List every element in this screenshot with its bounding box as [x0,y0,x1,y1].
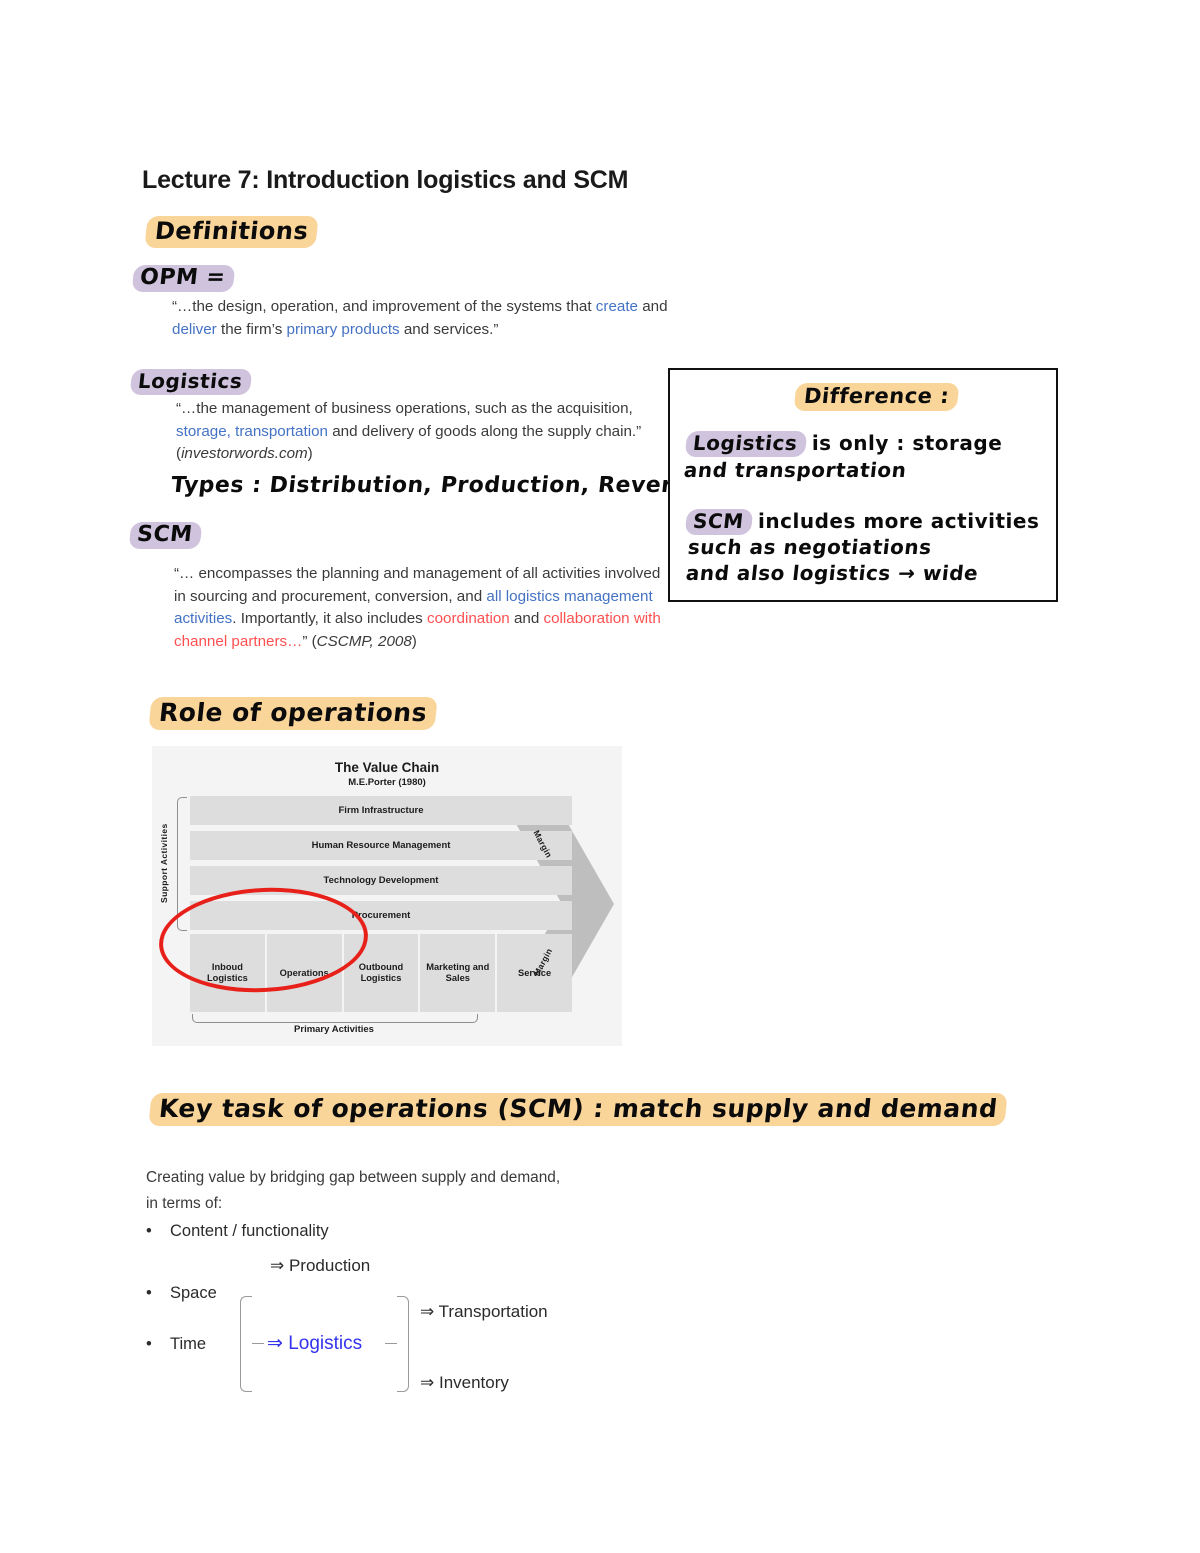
left-group-brace [240,1296,252,1392]
logistics-quote-end: ) [307,445,313,462]
bullet-content-functionality: Content / functionality [146,1222,329,1241]
difference-scm-line1: SCM includes more activities [684,509,1040,535]
difference-logistics-text1: is only : storage [811,431,1003,455]
opm-quote-end: and services.” [399,320,499,338]
scm-quote-part4: ” ( [302,632,317,650]
opm-quote-deliver: deliver [172,320,217,338]
key-task-intro-line2: in terms of: [146,1195,223,1212]
arrow-logistics: ⇒ Logistics [267,1333,363,1354]
logistics-label: Logistics [129,369,253,395]
role-of-operations-heading-text: Role of operations [148,697,438,730]
opm-label: OPM = [131,264,236,292]
difference-logistics-chip: Logistics [684,431,808,457]
right-group-brace [397,1296,409,1392]
difference-scm-chip: SCM [684,509,754,535]
support-activities-label: Support Activities [159,823,169,903]
left-brace-tick [252,1343,264,1344]
definitions-heading: Definitions [144,216,319,248]
scm-quote-part2: . Importantly, it also includes [232,610,427,627]
document-page: Lecture 7: Introduction logistics and SC… [0,0,1200,1553]
bullet-space: Space [146,1284,217,1303]
logistics-quote-source: investorwords.com [181,445,308,462]
logistics-types-note: Types : Distribution, Production, Revers… [169,473,703,498]
key-task-intro: Creating value by bridging gap between s… [146,1165,666,1217]
opm-label-text: OPM = [131,265,236,292]
arrow-production: ⇒ Production [270,1256,371,1275]
scm-label-text: SCM [128,522,203,549]
key-task-heading-text: Key task of operations (SCM) : match sup… [148,1093,1009,1126]
scm-definition: “… encompasses the planning and manageme… [174,563,664,653]
difference-box-heading: Difference : [793,383,960,411]
opm-quote-mid1: and [638,298,668,315]
logistics-label-text: Logistics [129,369,253,395]
scm-quote-red1: coordination [426,610,510,627]
scm-quote-source: CSCMP, 2008 [316,632,412,650]
difference-scm-text1: includes more activities [758,509,1040,533]
opm-quote-create: create [595,298,639,315]
right-brace-tick [385,1343,397,1344]
support-row-firm-infrastructure: Firm Infrastructure [190,796,572,825]
arrow-transportation: ⇒ Transportation [420,1302,548,1321]
opm-quote-part1: “…the design, operation, and improvement… [172,298,596,315]
difference-logistics-line1: Logistics is only : storage [684,431,1003,457]
scm-quote-part3: and [509,610,544,627]
difference-scm-line2: such as negotiations [686,535,933,559]
opm-quote-mid2: the firm’s [216,320,287,338]
logistics-definition: “…the management of business operations,… [176,398,668,466]
opm-quote-primary: primary products [286,320,400,338]
support-row-human-resource-management: Human Resource Management [190,831,572,860]
scm-label: SCM [128,521,203,549]
page-title: Lecture 7: Introduction logistics and SC… [142,166,629,194]
figure-subtitle: M.E.Porter (1980) [348,777,426,788]
role-of-operations-heading: Role of operations [148,697,438,730]
definitions-heading-text: Definitions [144,216,319,248]
scm-quote-end: ) [411,632,417,650]
figure-title: The Value Chain [334,760,440,775]
primary-cell-marketing-and-sales: Marketing and Sales [420,934,496,1012]
difference-logistics-line2: and transportation [682,458,908,482]
key-task-intro-line1: Creating value by bridging gap between s… [146,1169,561,1186]
logistics-quote-part1: “…the management of business operations,… [176,400,633,417]
primary-activities-brace [192,1014,478,1023]
difference-scm-line3: and also logistics → wide [684,561,980,585]
opm-definition: “…the design, operation, and improvement… [172,296,682,341]
arrow-inventory: ⇒ Inventory [420,1373,509,1392]
key-task-heading: Key task of operations (SCM) : match sup… [148,1093,1009,1126]
bullet-time: Time [146,1335,206,1354]
difference-box-heading-text: Difference : [793,383,960,411]
primary-activities-label: Primary Activities [294,1024,374,1035]
logistics-quote-blue: storage, transportation [176,422,328,440]
value-chain-figure: The Value Chain M.E.Porter (1980) Suppor… [152,746,622,1046]
